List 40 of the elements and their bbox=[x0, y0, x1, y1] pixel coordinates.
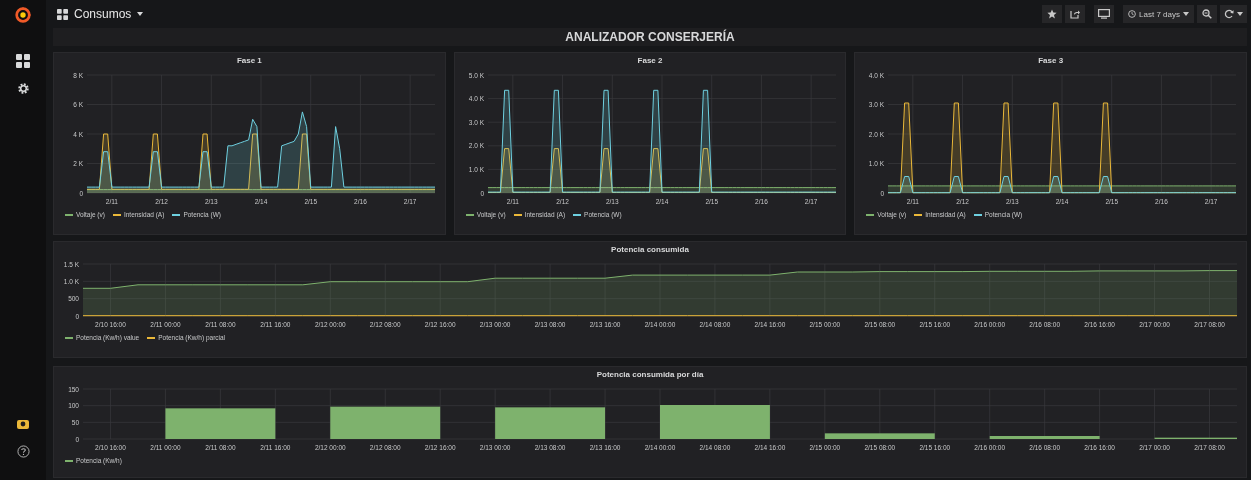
legend-swatch-icon bbox=[513, 213, 522, 216]
legend-swatch-icon bbox=[112, 213, 121, 216]
dashboards-icon[interactable] bbox=[16, 54, 30, 68]
clock-icon bbox=[1128, 10, 1137, 18]
caret-icon bbox=[1183, 12, 1189, 16]
refresh-icon bbox=[1224, 9, 1234, 19]
tv-mode-button[interactable] bbox=[1094, 5, 1115, 23]
time-range-picker[interactable]: Last 7 days bbox=[1123, 5, 1194, 23]
legend-swatch-icon bbox=[914, 213, 923, 216]
settings-icon[interactable] bbox=[16, 82, 30, 95]
legend-swatch-icon bbox=[866, 213, 875, 216]
user-avatar-icon[interactable] bbox=[16, 417, 30, 431]
panel-title[interactable]: Potencia consumida por día bbox=[596, 367, 704, 383]
row-title: ANALIZADOR CONSERJERÍA bbox=[53, 28, 1247, 46]
legend-swatch-icon bbox=[573, 213, 582, 216]
zoom-out-button[interactable] bbox=[1197, 5, 1217, 23]
panel-title[interactable]: Fase 2 bbox=[637, 53, 663, 69]
dashboard-picker[interactable]: Consumos bbox=[53, 7, 148, 21]
star-button[interactable] bbox=[1042, 5, 1063, 23]
monitor-icon bbox=[1098, 9, 1111, 19]
legend-swatch-icon bbox=[65, 213, 73, 216]
legend-swatch-icon bbox=[172, 213, 181, 216]
help-icon[interactable] bbox=[16, 445, 30, 458]
legend-swatch-icon bbox=[465, 213, 474, 216]
legend-swatch-icon bbox=[65, 336, 73, 339]
dashboards-icon bbox=[57, 8, 68, 20]
panel-title[interactable]: Fase 3 bbox=[1038, 53, 1064, 69]
zoom-out-icon bbox=[1202, 9, 1212, 19]
share-button[interactable] bbox=[1065, 5, 1086, 23]
panel-title[interactable]: Fase 1 bbox=[236, 53, 262, 69]
share-icon bbox=[1070, 9, 1081, 19]
panel-title[interactable]: Potencia consumida bbox=[611, 242, 689, 258]
logo-icon[interactable] bbox=[14, 6, 32, 24]
refresh-button[interactable] bbox=[1220, 5, 1247, 23]
legend-swatch-icon bbox=[147, 336, 156, 339]
caret-icon bbox=[1237, 12, 1243, 16]
caret-icon bbox=[137, 12, 144, 16]
star-icon bbox=[1047, 9, 1058, 19]
legend-swatch-icon bbox=[973, 213, 982, 216]
legend-swatch-icon bbox=[65, 459, 73, 462]
